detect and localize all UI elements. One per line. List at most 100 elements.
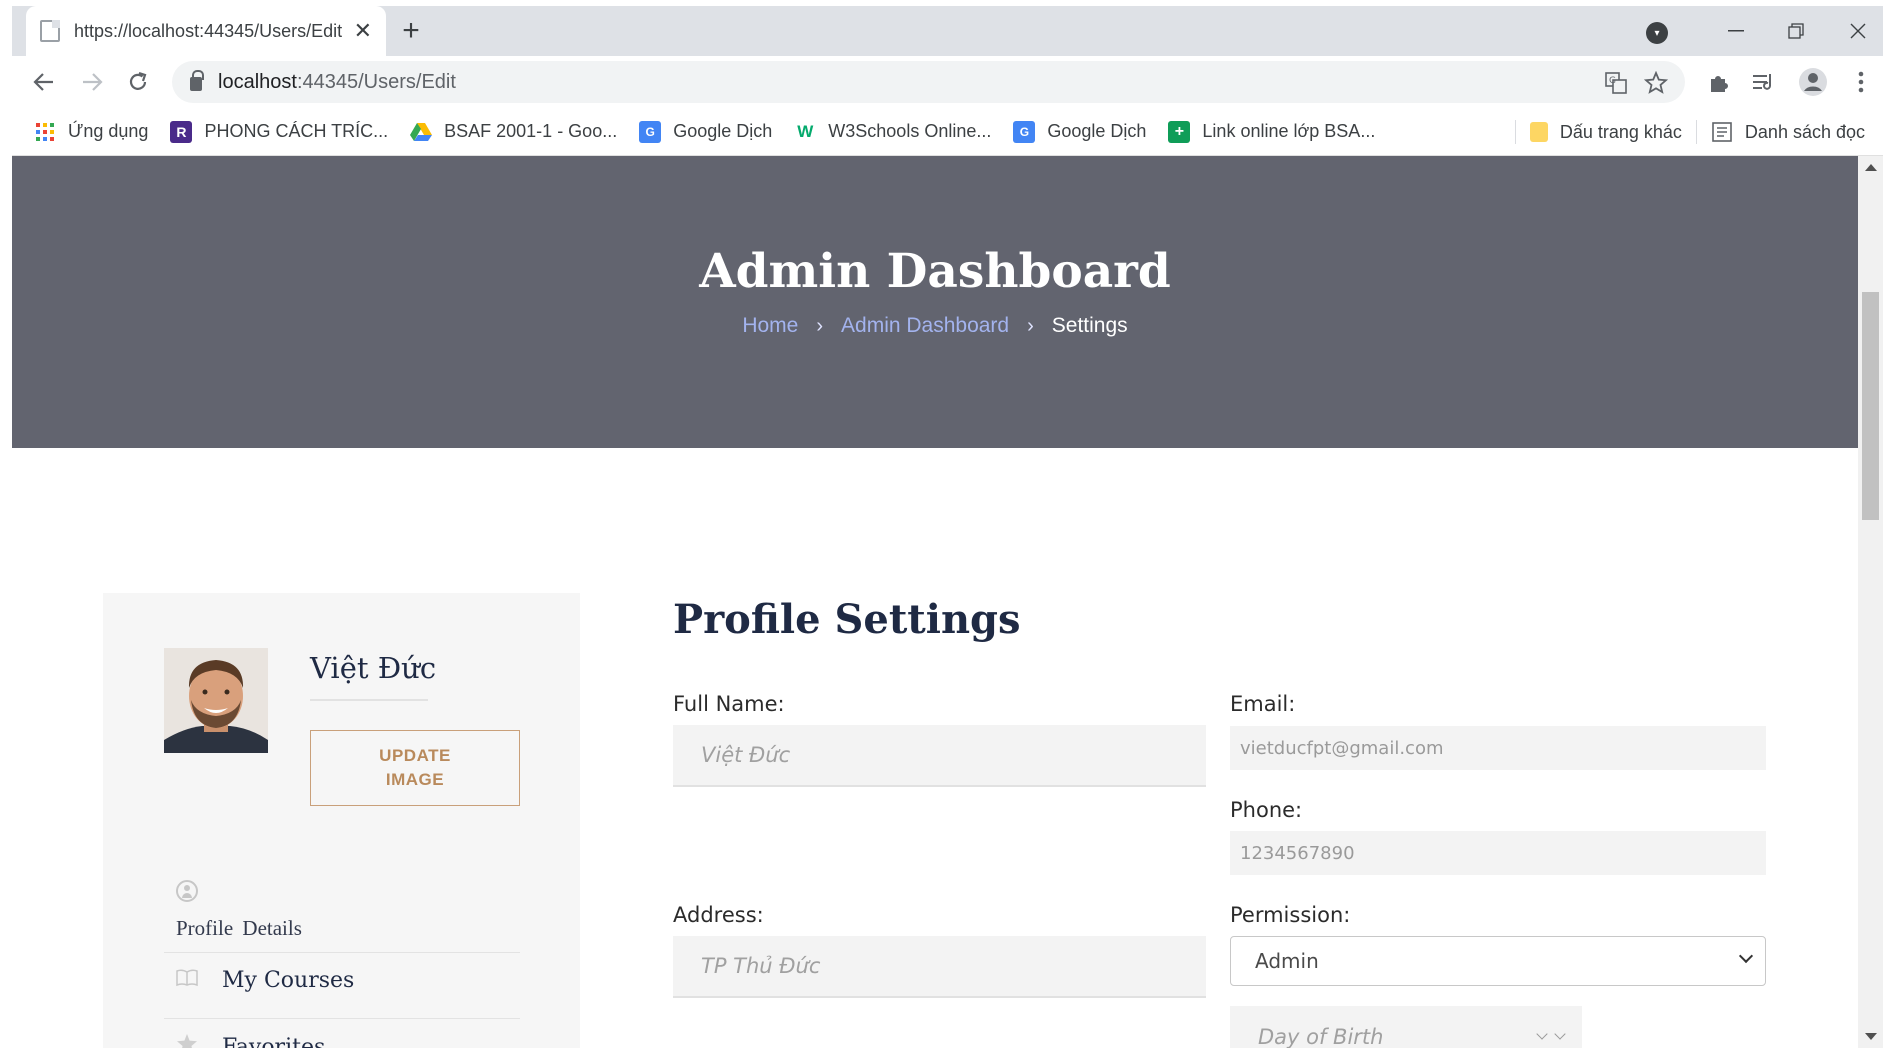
tab-title: https://localhost:44345/Users/Edit — [74, 20, 343, 41]
hero-banner: Admin Dashboard Home › Admin Dashboard › Set… — [12, 156, 1858, 448]
close-window-icon[interactable] — [1834, 6, 1882, 56]
book-icon — [176, 968, 200, 993]
address-input[interactable]: TP Thủ Đức — [673, 936, 1206, 998]
reload-icon[interactable] — [120, 64, 156, 100]
tab-close-icon[interactable]: ✕ — [354, 18, 372, 44]
full-name-input[interactable]: Việt Đức — [673, 725, 1206, 787]
sidebar-item-profile-details[interactable]: Profile Details — [176, 916, 302, 941]
update-image-button[interactable]: UPDATE IMAGE — [310, 730, 520, 806]
full-name-label: Full Name: — [673, 692, 785, 716]
browser-tabstrip: https://localhost:44345/Users/Edit ✕ + ▾ — [12, 6, 1883, 56]
day-of-birth-select[interactable]: Day of Birth — [1230, 1006, 1582, 1048]
bookmark-google-translate-2[interactable]: G Google Dịch — [1013, 120, 1147, 143]
svg-text:G: G — [1609, 76, 1616, 86]
bookmark-bsaf-drive[interactable]: BSAF 2001-1 - Goo... — [410, 121, 617, 143]
page-file-icon — [40, 20, 60, 42]
chevron-down-icon — [1738, 948, 1754, 964]
translate-icon[interactable]: G — [1602, 69, 1630, 97]
bookmark-phong-cach[interactable]: R PHONG CÁCH TRÍC... — [170, 120, 389, 143]
back-arrow-icon[interactable] — [26, 64, 62, 100]
apps-grid-icon — [34, 121, 56, 143]
user-name: Việt Đức — [310, 651, 437, 685]
chevron-down-icon — [1554, 1028, 1566, 1040]
email-field[interactable]: vietducfpt@gmail.com — [1230, 726, 1766, 770]
chevron-down-icon — [1536, 1028, 1548, 1040]
url-host: localhost — [218, 70, 297, 93]
bookmark-apps[interactable]: Ứng dụng — [34, 121, 148, 143]
scroll-up-arrow-icon[interactable] — [1865, 164, 1877, 171]
bookmark-separator — [1514, 120, 1516, 144]
profile-avatar-icon[interactable] — [1796, 64, 1830, 100]
bookmark-label: Google Dịch — [1047, 121, 1147, 141]
browser-tab-active[interactable]: https://localhost:44345/Users/Edit ✕ — [26, 6, 386, 56]
bookmark-label: Link online lớp BSA... — [1202, 121, 1376, 141]
phone-field[interactable]: 1234567890 — [1230, 831, 1766, 875]
bookmark-reading-list[interactable]: Danh sách đọc — [1711, 121, 1865, 143]
profile-settings-title: Profile Settings — [673, 596, 1021, 643]
email-label: Email: — [1230, 692, 1296, 716]
sidebar-item-label: My Courses — [222, 968, 355, 993]
avatar — [164, 648, 268, 753]
bookmark-star-icon[interactable] — [1642, 69, 1670, 97]
r-logo-icon: R — [170, 120, 193, 143]
bookmark-link-online[interactable]: + Link online lớp BSA... — [1168, 120, 1376, 143]
bookmark-label: Google Dịch — [673, 121, 773, 141]
breadcrumb-admin-dashboard[interactable]: Admin Dashboard — [841, 314, 1009, 337]
sidebar-item-my-courses[interactable]: My Courses — [176, 968, 354, 993]
page-scrollbar[interactable] — [1858, 156, 1883, 1048]
bookmark-other-folder[interactable]: Dấu trang khác — [1529, 122, 1682, 143]
scroll-down-arrow-icon[interactable] — [1865, 1033, 1877, 1040]
sidebar-divider — [164, 1018, 520, 1019]
permission-label: Permission: — [1230, 903, 1351, 927]
bookmark-label: PHONG CÁCH TRÍC... — [204, 121, 389, 141]
lock-icon[interactable] — [190, 70, 204, 91]
google-drive-icon — [410, 121, 433, 143]
update-image-label-line2: IMAGE — [385, 770, 445, 789]
bookmark-label: BSAF 2001-1 - Goo... — [444, 121, 618, 141]
bookmark-google-translate-1[interactable]: G Google Dịch — [639, 120, 773, 143]
reading-list-label: Danh sách đọc — [1744, 121, 1865, 142]
folder-icon — [1529, 122, 1548, 142]
new-tab-button[interactable]: + — [394, 14, 428, 48]
profile-sidebar: Việt Đức UPDATE IMAGE Profile Details My … — [103, 593, 580, 1048]
name-divider — [310, 699, 428, 701]
minimize-icon[interactable] — [1712, 6, 1760, 56]
breadcrumb-separator: › — [1027, 315, 1034, 337]
extensions-puzzle-icon[interactable] — [1702, 64, 1736, 100]
bookmark-label: Ứng dụng — [68, 121, 149, 141]
reading-list-icon[interactable] — [1746, 64, 1780, 100]
forward-arrow-icon[interactable] — [74, 64, 110, 100]
breadcrumb-home[interactable]: Home — [742, 314, 798, 337]
bookmarks-right: Dấu trang khác Danh sách đọc — [1501, 108, 1865, 156]
google-sheets-icon: + — [1168, 120, 1191, 143]
page-viewport: Admin Dashboard Home › Admin Dashboard › Set… — [12, 156, 1858, 1048]
phone-label: Phone: — [1230, 798, 1303, 822]
breadcrumb-current: Settings — [1051, 314, 1128, 337]
breadcrumb-separator: › — [816, 315, 824, 337]
address-bar[interactable]: localhost:44345/Users/Edit G — [172, 61, 1685, 103]
update-image-label-line1: UPDATE — [379, 746, 451, 765]
reading-list-icon — [1711, 121, 1733, 143]
w3schools-icon: W — [797, 121, 814, 141]
bookmark-w3schools[interactable]: W W3Schools Online... — [794, 121, 991, 143]
user-circle-icon — [176, 880, 198, 902]
breadcrumb: Home › Admin Dashboard › Settings — [12, 314, 1858, 338]
scrollbar-thumb[interactable] — [1862, 292, 1879, 520]
bookmark-label: W3Schools Online... — [828, 121, 992, 141]
bookmarks-bar: Ứng dụng R PHONG CÁCH TRÍC... BSAF 2001-… — [12, 108, 1883, 156]
update-image-label: UPDATE IMAGE — [379, 744, 451, 792]
browser-toolbar: localhost:44345/Users/Edit G — [12, 56, 1883, 108]
sidebar-item-favorites[interactable]: Favorites — [176, 1033, 325, 1048]
sidebar-item-label: Favorites — [222, 1034, 326, 1048]
google-translate-icon: G — [639, 120, 662, 143]
sidebar-divider — [164, 952, 520, 953]
url-path: :44345/Users/Edit — [296, 70, 456, 93]
page-title: Admin Dashboard — [699, 244, 1171, 299]
restore-icon[interactable] — [1772, 6, 1820, 56]
star-icon — [176, 1033, 200, 1048]
tab-search-icon[interactable]: ▾ — [1646, 22, 1668, 44]
menu-kebab-icon[interactable] — [1844, 64, 1878, 100]
address-label: Address: — [673, 903, 764, 927]
permission-select[interactable]: Admin — [1230, 936, 1766, 986]
permission-selected-value: Admin — [1255, 949, 1319, 973]
